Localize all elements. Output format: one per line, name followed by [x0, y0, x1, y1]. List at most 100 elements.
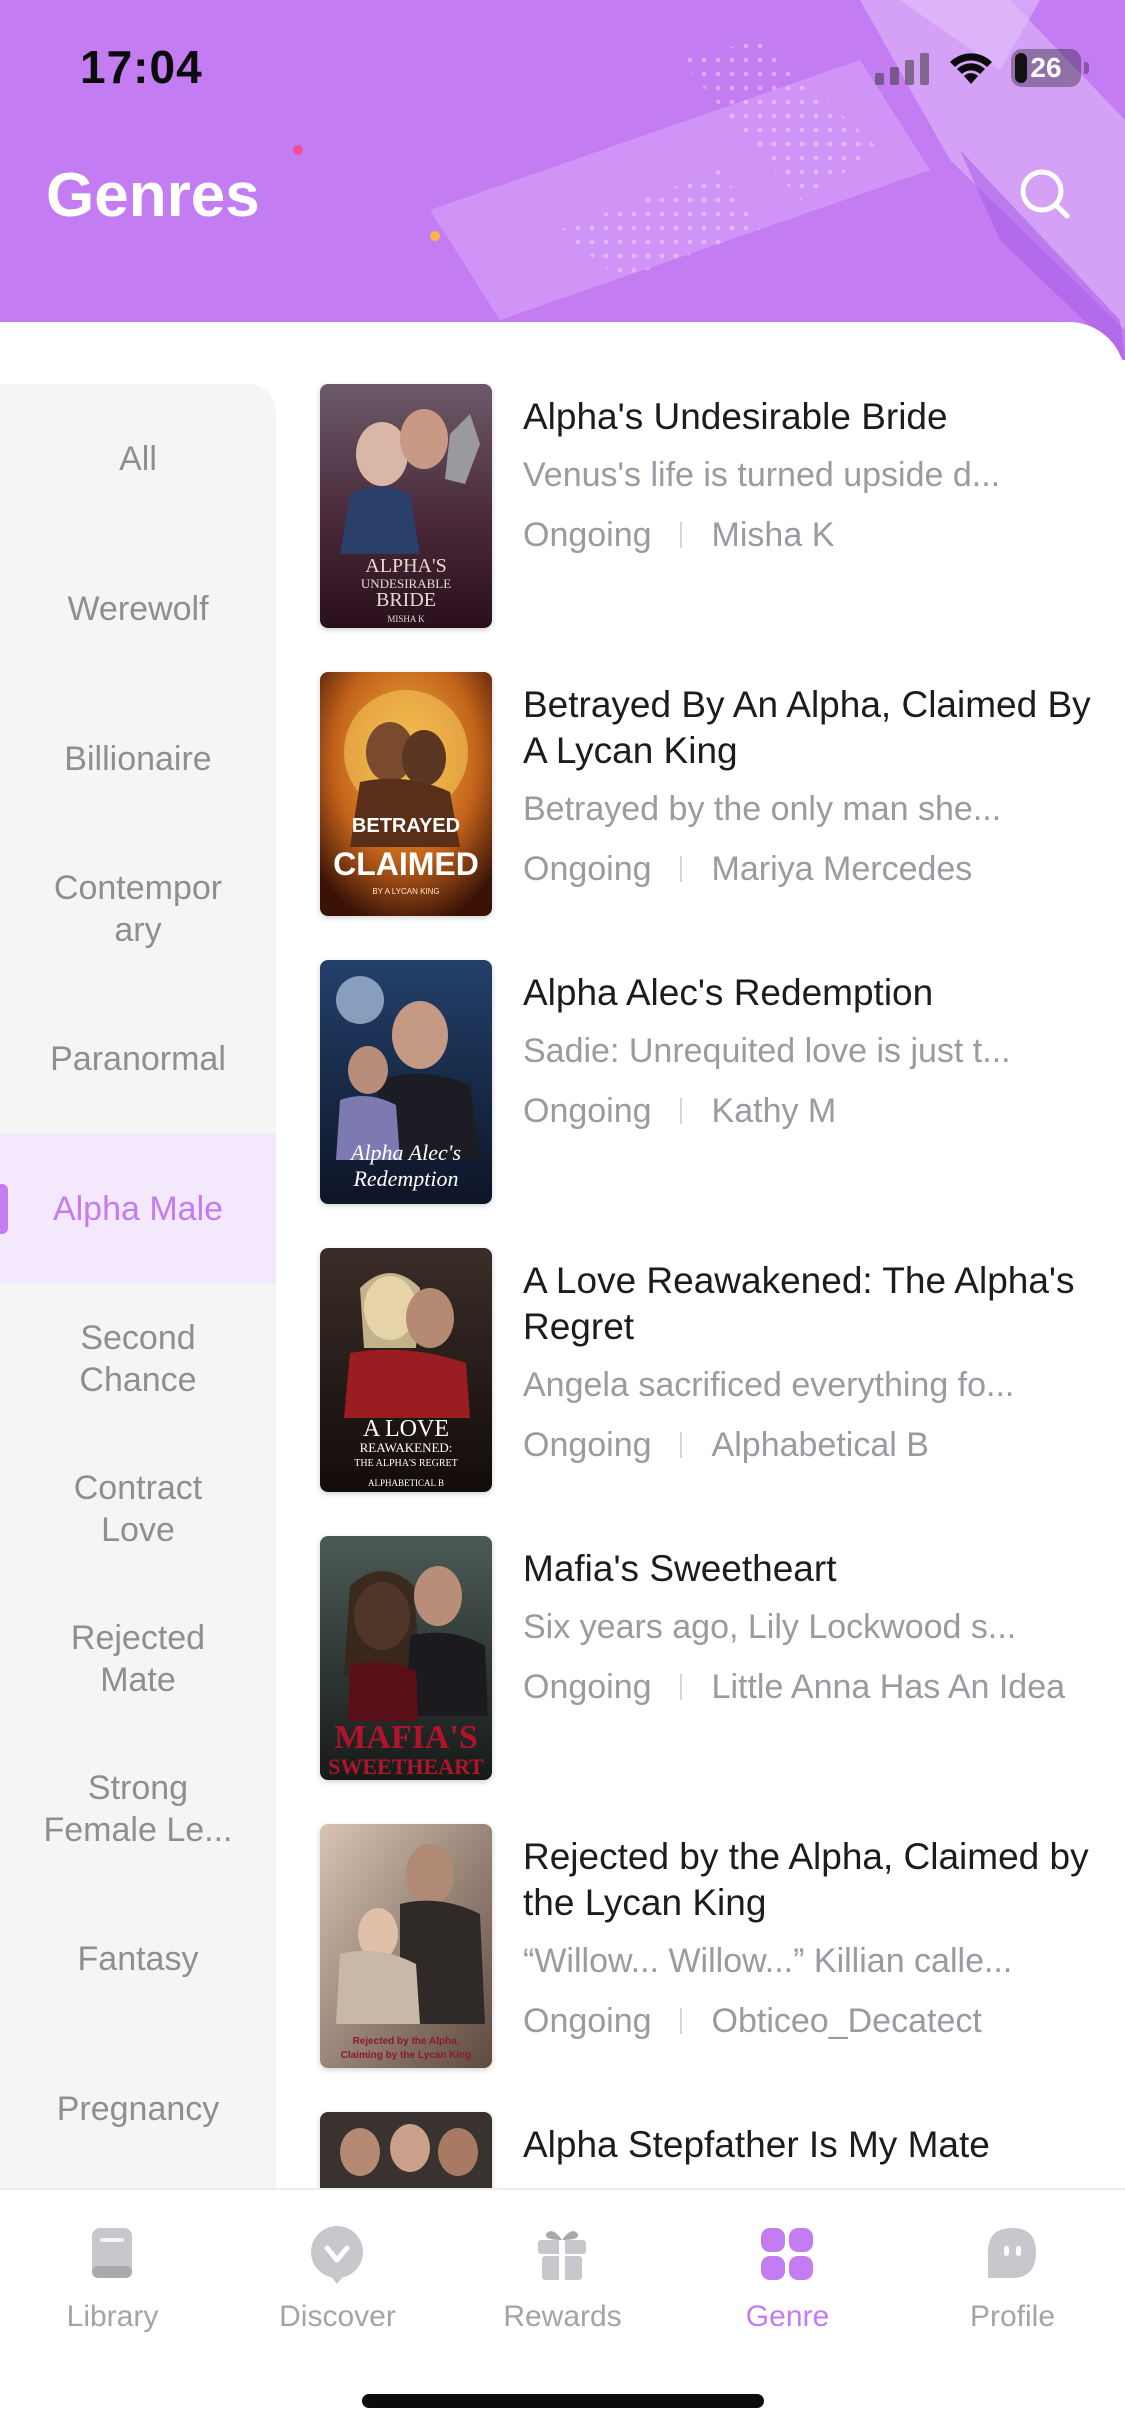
book-author: Little Anna Has An Idea	[711, 1668, 1066, 1706]
sidebar-item-billionaire[interactable]: Billionaire	[0, 684, 276, 834]
book-description: Sadie: Unrequited love is just t...	[523, 1032, 1011, 1070]
book-cover[interactable]: Rejected by the Alpha, Claiming by the L…	[320, 1824, 492, 2068]
book-meta: Ongoing Kathy M	[523, 1090, 1108, 1132]
svg-text:Rejected by the Alpha,: Rejected by the Alpha,	[353, 2036, 460, 2047]
book-item[interactable]: Alpha Stepfather Is My Mate	[320, 2112, 1125, 2188]
svg-text:MAFIA'S: MAFIA'S	[334, 1719, 478, 1756]
svg-text:MISHA K: MISHA K	[387, 614, 425, 624]
sidebar-item-rejected-mate[interactable]: Rejected Mate	[0, 1584, 276, 1734]
book-item[interactable]: MAFIA'S SWEETHEART Mafia's Sweetheart Si…	[320, 1536, 1125, 1786]
book-item[interactable]: BETRAYED CLAIMED BY A LYCAN KING Betraye…	[320, 672, 1125, 922]
svg-text:BY A LYCAN KING: BY A LYCAN KING	[372, 887, 439, 896]
sidebar-item-pregnancy[interactable]: Pregnancy	[0, 2034, 276, 2184]
svg-text:CLAIMED: CLAIMED	[333, 846, 479, 882]
book-cover[interactable]: MAFIA'S SWEETHEART	[320, 1536, 492, 1780]
book-item[interactable]: Alpha Alec's Redemption Alpha Alec's Red…	[320, 960, 1125, 1210]
sidebar-item-contract-love[interactable]: Contract Love	[0, 1434, 276, 1584]
sidebar-item-werewolf[interactable]: Werewolf	[0, 534, 276, 684]
book-status: Ongoing	[523, 1668, 652, 1706]
tab-library[interactable]: Library	[0, 2212, 225, 2342]
book-status: Ongoing	[523, 2002, 652, 2040]
sidebar-item-fantasy[interactable]: Fantasy	[0, 1884, 276, 2034]
meta-divider	[679, 1674, 682, 1700]
tab-profile[interactable]: Profile	[900, 2212, 1125, 2342]
book-title: A Love Reawakened: The Alpha's Regret	[523, 1260, 1075, 1347]
tab-discover[interactable]: Discover	[225, 2212, 450, 2342]
book-info: A Love Reawakened: The Alpha's Regret An…	[523, 1258, 1108, 1466]
page-title: Genres	[46, 161, 260, 230]
book-title: Alpha Stepfather Is My Mate	[523, 2124, 990, 2165]
sidebar-item-alpha-male[interactable]: Alpha Male	[0, 1134, 276, 1284]
book-item[interactable]: A LOVE REAWAKENED: THE ALPHA'S REGRET AL…	[320, 1248, 1125, 1498]
meta-divider	[679, 856, 682, 882]
tab-rewards[interactable]: Rewards	[450, 2212, 675, 2342]
book-description: “Willow... Willow...” Killian calle...	[523, 1942, 1013, 1980]
book-status: Ongoing	[523, 1426, 652, 1464]
svg-text:BRIDE: BRIDE	[376, 589, 436, 611]
book-info: Alpha Stepfather Is My Mate	[523, 2122, 1108, 2168]
book-cover[interactable]: ALPHA'S UNDESIRABLE BRIDE MISHA K	[320, 384, 492, 628]
meta-divider	[679, 522, 682, 548]
svg-text:REAWAKENED:: REAWAKENED:	[360, 1440, 453, 1455]
book-title: Alpha's Undesirable Bride	[523, 396, 948, 437]
book-author: Mariya Mercedes	[711, 850, 973, 888]
cellular-signal-icon	[875, 53, 929, 85]
sidebar-item-all[interactable]: All	[0, 384, 276, 534]
book-info: Betrayed By An Alpha, Claimed By A Lycan…	[523, 682, 1108, 890]
sidebar-item-strong-female-lead[interactable]: Strong Female Le...	[0, 1734, 276, 1884]
svg-text:ALPHABETICAL B: ALPHABETICAL B	[368, 1478, 444, 1488]
book-title: Rejected by the Alpha, Claimed by the Ly…	[523, 1836, 1089, 1923]
book-info: Alpha Alec's Redemption Sadie: Unrequite…	[523, 970, 1108, 1132]
meta-divider	[679, 1432, 682, 1458]
home-indicator[interactable]	[362, 2394, 764, 2408]
svg-text:SWEETHEART: SWEETHEART	[328, 1754, 484, 1779]
tab-genre[interactable]: Genre	[675, 2212, 900, 2342]
sidebar-item-second-chance[interactable]: Second Chance	[0, 1284, 276, 1434]
book-cover[interactable]: A LOVE REAWAKENED: THE ALPHA'S REGRET AL…	[320, 1248, 492, 1492]
grid-icon	[761, 2228, 813, 2280]
compass-icon	[311, 2226, 363, 2284]
book-author: Obticeo_Decatect	[711, 2002, 982, 2040]
wifi-icon	[950, 53, 992, 84]
book-author: Misha K	[711, 516, 835, 554]
book-status: Ongoing	[523, 850, 652, 888]
book-cover[interactable]	[320, 2112, 492, 2188]
svg-text:Alpha Alec's: Alpha Alec's	[349, 1140, 461, 1165]
sidebar-item-contemporary[interactable]: Contempor ary	[0, 834, 276, 984]
book-author: Kathy M	[711, 1092, 837, 1130]
content-panel: All Werewolf Billionaire Contempor ary P…	[0, 322, 1125, 2188]
meta-divider	[679, 1098, 682, 1124]
book-item[interactable]: Rejected by the Alpha, Claiming by the L…	[320, 1824, 1125, 2074]
book-info: Alpha's Undesirable Bride Venus's life i…	[523, 394, 1108, 556]
svg-text:A LOVE: A LOVE	[363, 1416, 449, 1442]
book-meta: Ongoing Misha K	[523, 514, 1108, 556]
sidebar-item-paranormal[interactable]: Paranormal	[0, 984, 276, 1134]
status-time: 17:04	[80, 41, 203, 93]
book-info: Rejected by the Alpha, Claimed by the Ly…	[523, 1834, 1108, 2042]
book-item[interactable]: ALPHA'S UNDESIRABLE BRIDE MISHA K Alpha'…	[320, 384, 1125, 634]
gift-icon	[538, 2231, 586, 2280]
battery-icon: 26	[1011, 49, 1089, 87]
book-meta: Ongoing Alphabetical B	[523, 1424, 1108, 1466]
book-cover[interactable]: Alpha Alec's Redemption	[320, 960, 492, 1204]
svg-text:BETRAYED: BETRAYED	[352, 815, 460, 837]
book-info: Mafia's Sweetheart Six years ago, Lily L…	[523, 1546, 1108, 1708]
book-title: Mafia's Sweetheart	[523, 1548, 837, 1589]
book-description: Angela sacrificed everything fo...	[523, 1366, 1015, 1404]
book-status: Ongoing	[523, 1092, 652, 1130]
search-icon[interactable]	[1013, 162, 1077, 226]
book-description: Betrayed by the only man she...	[523, 790, 1002, 828]
svg-text:THE ALPHA'S REGRET: THE ALPHA'S REGRET	[354, 1458, 457, 1469]
book-meta: Ongoing Obticeo_Decatect	[523, 2000, 1108, 2042]
book-icon	[92, 2228, 132, 2278]
svg-text:Claiming by the Lycan King: Claiming by the Lycan King	[341, 2050, 472, 2061]
profile-icon	[988, 2228, 1036, 2278]
book-title: Alpha Alec's Redemption	[523, 972, 934, 1013]
header: 17:04 26 Genres	[0, 0, 1125, 360]
battery-level: 26	[1030, 52, 1062, 83]
book-description: Six years ago, Lily Lockwood s...	[523, 1608, 1017, 1646]
book-cover[interactable]: BETRAYED CLAIMED BY A LYCAN KING	[320, 672, 492, 916]
book-meta: Ongoing Little Anna Has An Idea	[523, 1666, 1108, 1708]
book-author: Alphabetical B	[711, 1426, 929, 1464]
meta-divider	[679, 2008, 682, 2034]
